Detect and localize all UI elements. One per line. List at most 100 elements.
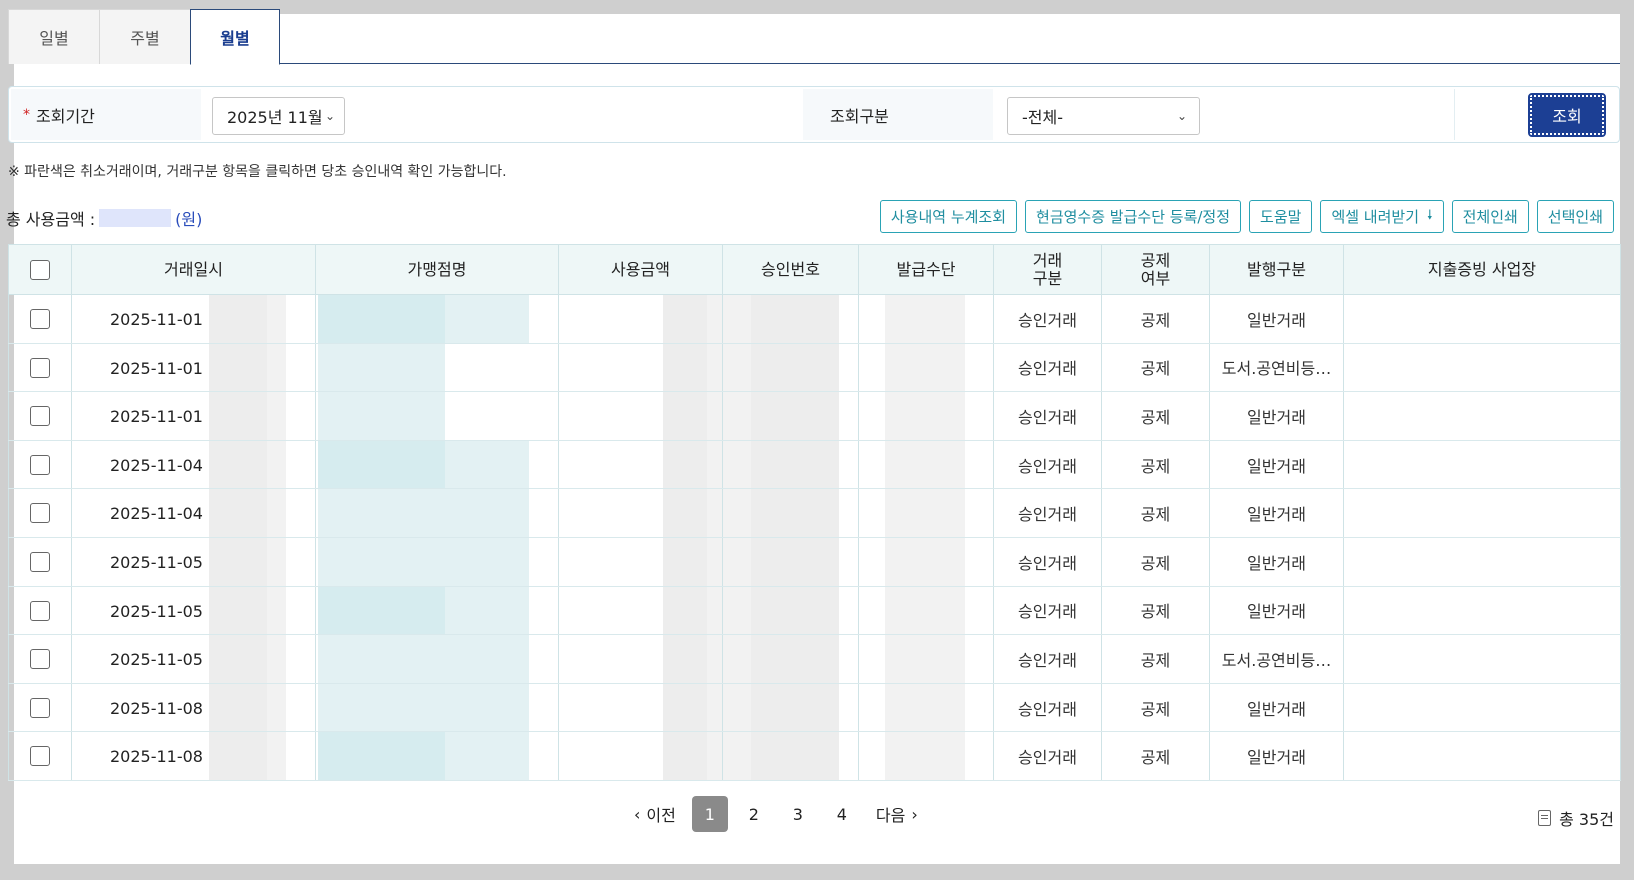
cell-merchant (315, 634, 559, 684)
excel-label: 엑셀 내려받기 (1331, 208, 1420, 226)
cell-txn-type[interactable]: 승인거래 (993, 488, 1102, 538)
notice-text: ※ 파란색은 취소거래이며, 거래구분 항목을 클릭하면 당초 승인내역 확인 … (8, 164, 507, 180)
table-row[interactable]: 2025-11-04 승인거래 공제 일반거래 (8, 440, 1621, 490)
col-txn-type-line2: 구분 (1032, 268, 1063, 288)
row-checkbox[interactable] (30, 309, 50, 330)
redacted-merchant (318, 489, 445, 537)
print-selected-button[interactable]: 선택인쇄 (1536, 200, 1614, 233)
cell-txn-type[interactable]: 승인거래 (993, 537, 1102, 587)
chevron-left-icon: ‹ (634, 804, 641, 824)
redacted-time (267, 537, 286, 586)
cell-deduct: 공제 (1101, 586, 1210, 636)
txn-type-text[interactable]: 승인거래 (1018, 554, 1077, 573)
table-row[interactable]: 2025-11-01 승인거래 공제 일반거래 (8, 391, 1621, 441)
cell-merchant (315, 391, 559, 441)
print-all-button[interactable]: 전체인쇄 (1451, 200, 1529, 233)
cell-txn-type[interactable]: 승인거래 (993, 634, 1102, 684)
row-checkbox[interactable] (30, 406, 50, 427)
redacted-approval (723, 537, 751, 586)
type-select-value: -전체- (1022, 108, 1063, 127)
page-4[interactable]: 4 (824, 796, 860, 832)
table-row[interactable]: 2025-11-08 승인거래 공제 일반거래 (8, 683, 1621, 733)
tab-daily[interactable]: 일별 (8, 9, 100, 64)
deduct-text: 공제 (1140, 505, 1171, 525)
row-checkbox[interactable] (30, 697, 50, 718)
txn-type-text[interactable]: 승인거래 (1018, 602, 1077, 621)
row-checkbox[interactable] (30, 746, 50, 767)
txn-type-text[interactable]: 승인거래 (1018, 505, 1077, 524)
row-checkbox[interactable] (30, 357, 50, 378)
page-3[interactable]: 3 (780, 796, 816, 832)
issue-type-text: 일반거래 (1247, 505, 1306, 525)
redacted-method (885, 295, 965, 343)
redacted-amount (663, 635, 707, 683)
cash-receipt-button[interactable]: 현금영수증 발급수단 등록/정정 (1025, 200, 1242, 233)
row-select-cell (8, 537, 72, 587)
row-select-cell (8, 683, 72, 733)
chevron-down-icon: ⌄ (1176, 109, 1187, 123)
txn-type-text[interactable]: 승인거래 (1018, 457, 1077, 476)
table-header: 거래일시 가맹점명 사용금액 승인번호 발급수단 거래 구분 공제 여부 발행구분 … (8, 244, 1621, 295)
redacted-merchant (318, 635, 445, 683)
col-deduct: 공제 여부 (1101, 244, 1210, 295)
excel-download-button[interactable]: 엑셀 내려받기 🠗 (1320, 200, 1444, 233)
redacted-approval (751, 440, 839, 488)
txn-type-text[interactable]: 승인거래 (1018, 408, 1077, 427)
page-2[interactable]: 2 (736, 796, 772, 832)
redacted-method (885, 537, 965, 586)
cell-txn-type[interactable]: 승인거래 (993, 294, 1102, 344)
cell-merchant (315, 586, 559, 636)
deduct-text: 공제 (1140, 748, 1171, 768)
cumulative-button[interactable]: 사용내역 누계조회 (879, 200, 1018, 233)
pagination: ‹ 이전 1 2 3 4 다음 › (622, 796, 930, 832)
table-row[interactable]: 2025-11-05 승인거래 공제 일반거래 (8, 586, 1621, 636)
txn-type-text[interactable]: 승인거래 (1018, 311, 1077, 330)
page-1[interactable]: 1 (691, 796, 728, 832)
row-checkbox[interactable] (30, 649, 50, 670)
cell-txn-type[interactable]: 승인거래 (993, 731, 1102, 781)
issue-type-text: 일반거래 (1247, 407, 1306, 427)
cell-txn-type[interactable]: 승인거래 (993, 391, 1102, 441)
row-checkbox[interactable] (30, 503, 50, 524)
next-page-button[interactable]: 다음 › (864, 802, 930, 826)
select-all-checkbox[interactable] (30, 259, 50, 280)
search-button[interactable]: 조회 (1528, 93, 1606, 137)
cell-txn-type[interactable]: 승인거래 (993, 343, 1102, 393)
cell-datetime: 2025-11-01 (71, 343, 316, 393)
cell-deduct: 공제 (1101, 391, 1210, 441)
prev-page-button[interactable]: ‹ 이전 (622, 802, 688, 826)
row-checkbox[interactable] (30, 552, 50, 573)
table-row[interactable]: 2025-11-05 승인거래 공제 도서.공연비등… (8, 634, 1621, 684)
row-checkbox[interactable] (30, 600, 50, 621)
cell-txn-type[interactable]: 승인거래 (993, 586, 1102, 636)
row-checkbox[interactable] (30, 454, 50, 475)
row-select-cell (8, 586, 72, 636)
cell-deduct: 공제 (1101, 343, 1210, 393)
table-row[interactable]: 2025-11-04 승인거래 공제 일반거래 (8, 488, 1621, 538)
txn-type-text[interactable]: 승인거래 (1018, 748, 1077, 767)
period-select[interactable]: 2025년 11월 ⌄ (212, 97, 345, 135)
tab-monthly[interactable]: 월별 (190, 9, 280, 65)
date-text: 2025-11-05 (110, 650, 203, 670)
help-button[interactable]: 도움말 (1249, 200, 1313, 233)
table-row[interactable]: 2025-11-08 승인거래 공제 일반거래 (8, 731, 1621, 781)
cell-method (858, 488, 994, 538)
table-row[interactable]: 2025-11-01 승인거래 공제 일반거래 (8, 294, 1621, 344)
txn-type-text[interactable]: 승인거래 (1018, 359, 1077, 378)
txn-type-text[interactable]: 승인거래 (1018, 700, 1077, 719)
type-select[interactable]: -전체- ⌄ (1007, 97, 1200, 135)
cell-method (858, 634, 994, 684)
table-row[interactable]: 2025-11-05 승인거래 공제 일반거래 (8, 537, 1621, 587)
txn-type-text[interactable]: 승인거래 (1018, 651, 1077, 670)
table-row[interactable]: 2025-11-01 승인거래 공제 도서.공연비등… (8, 343, 1621, 393)
tab-weekly[interactable]: 주별 (99, 9, 191, 64)
col-issue-type: 발행구분 (1209, 244, 1344, 295)
cell-datetime: 2025-11-04 (71, 488, 316, 538)
redacted-amount (663, 295, 707, 343)
cell-method (858, 586, 994, 636)
cell-txn-type[interactable]: 승인거래 (993, 683, 1102, 733)
count-label: 총 35건 (1559, 810, 1614, 829)
redacted-time (209, 343, 267, 391)
cell-txn-type[interactable]: 승인거래 (993, 440, 1102, 490)
date-text: 2025-11-01 (110, 310, 203, 329)
